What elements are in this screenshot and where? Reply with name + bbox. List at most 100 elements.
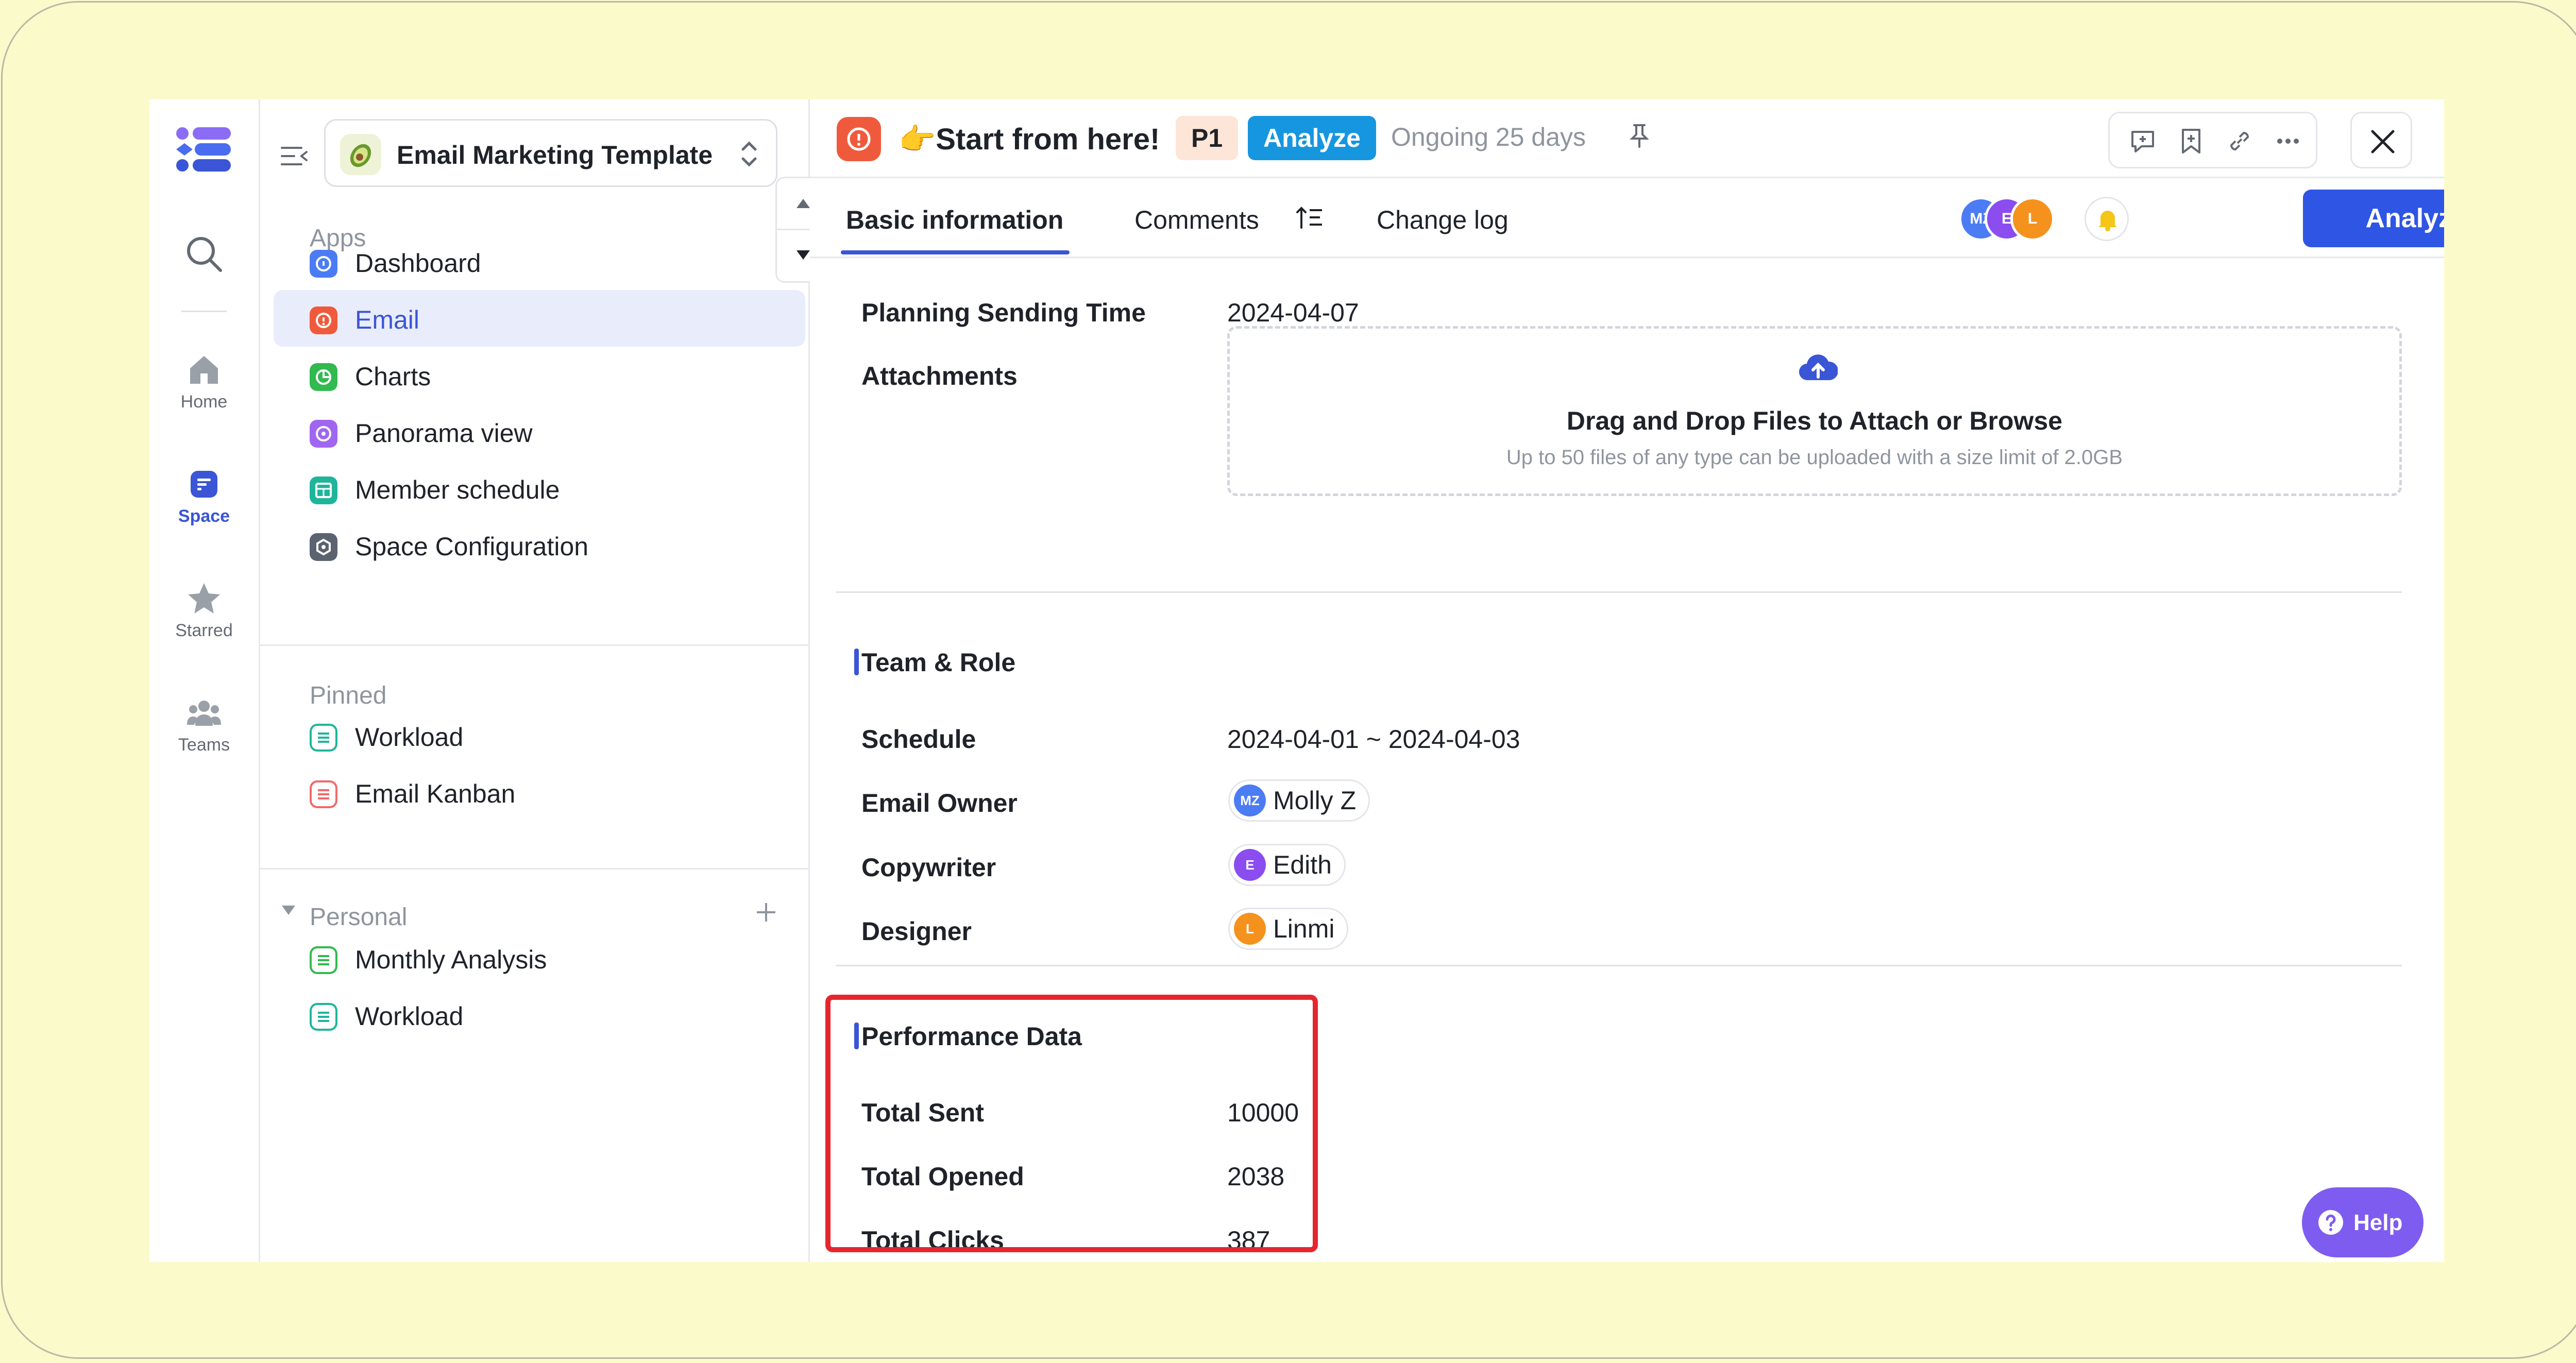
record-detail-panel: 👉Start from here! P1 Analyze Ongoing 25 … — [810, 99, 2444, 1262]
bookmark-icon[interactable] — [2176, 126, 2207, 157]
nav-rail: Home Space Starred Teams — [149, 99, 260, 1262]
team-role-title: Team & Role — [861, 648, 1016, 677]
comment-add-icon[interactable] — [2127, 126, 2158, 157]
upload-cloud-icon — [1799, 354, 1838, 381]
scroll-up-icon[interactable] — [795, 197, 811, 209]
list-icon — [310, 946, 337, 974]
sidebar-item-dashboard[interactable]: Dashboard — [274, 233, 805, 290]
priority-badge[interactable]: P1 — [1176, 116, 1239, 160]
attachment-dropzone[interactable]: Drag and Drop Files to Attach or Browse … — [1227, 326, 2402, 496]
avatar: L — [1234, 913, 1266, 945]
ongoing-duration: Ongoing 25 days — [1391, 123, 1586, 151]
add-icon[interactable] — [755, 901, 777, 924]
space-name: Email Marketing Template — [397, 141, 713, 169]
performance-highlight-box — [825, 995, 1318, 1252]
sidebar: Email Marketing Template Apps Dashboard … — [260, 99, 829, 1262]
sort-icon[interactable] — [1294, 203, 1325, 234]
email-owner-label: Email Owner — [861, 789, 1018, 817]
home-icon — [190, 356, 218, 384]
sidebar-item-charts[interactable]: Charts — [274, 347, 805, 403]
designer-label: Designer — [861, 917, 972, 946]
collaborator-avatars[interactable]: MZ E L — [1959, 197, 2062, 241]
tabs-bar: Basic information Comments Change log MZ… — [810, 178, 2444, 258]
help-icon — [2318, 1210, 2343, 1235]
section-divider — [836, 965, 2402, 966]
rail-teams[interactable]: Teams — [149, 695, 259, 755]
space-selector[interactable]: Email Marketing Template — [324, 119, 777, 187]
updown-chevron-icon — [741, 141, 757, 167]
pin-icon[interactable] — [1625, 121, 1654, 150]
help-button[interactable]: Help — [2302, 1187, 2424, 1257]
rail-home[interactable]: Home — [149, 352, 259, 412]
record-header: 👉Start from here! P1 Analyze Ongoing 25 … — [810, 99, 2444, 178]
sidebar-item-space-configuration[interactable]: Space Configuration — [274, 517, 805, 573]
dropzone-subtitle: Up to 50 files of any type can be upload… — [1506, 446, 2123, 469]
avatar: L — [2010, 197, 2055, 241]
space-icon — [191, 471, 217, 498]
collapse-sidebar-icon[interactable] — [279, 141, 310, 172]
record-alert-icon — [837, 117, 881, 161]
sidebar-item-workload[interactable]: Workload — [274, 707, 805, 764]
search-icon[interactable] — [183, 233, 225, 275]
attachments-label: Attachments — [861, 362, 1018, 390]
copywriter-chip[interactable]: E Edith — [1228, 844, 1346, 886]
schedule-value[interactable]: 2024-04-01 ~ 2024-04-03 — [1227, 724, 1520, 754]
app-window: Home Space Starred Teams Email Marketing… — [149, 99, 2444, 1262]
designer-chip[interactable]: L Linmi — [1228, 908, 1349, 950]
header-actions — [2108, 112, 2317, 168]
sidebar-item-monthly-analysis[interactable]: Monthly Analysis — [274, 930, 805, 986]
list-icon — [310, 780, 337, 808]
panorama-icon — [310, 420, 337, 448]
dropzone-title: Drag and Drop Files to Attach or Browse — [1566, 406, 2063, 435]
group-marker — [854, 649, 859, 675]
user-name: Edith — [1273, 850, 1332, 879]
avatar: MZ — [1234, 785, 1266, 816]
user-name: Molly Z — [1273, 786, 1357, 815]
avocado-icon — [340, 134, 381, 175]
rail-space[interactable]: Space — [149, 466, 259, 526]
sidebar-item-email-kanban[interactable]: Email Kanban — [274, 764, 805, 821]
analyze-button[interactable]: Analyze ▾ — [2303, 190, 2444, 247]
dashboard-icon — [310, 250, 337, 278]
star-icon — [188, 583, 220, 614]
config-icon — [310, 533, 337, 561]
link-icon[interactable] — [2224, 126, 2255, 157]
copywriter-label: Copywriter — [861, 853, 996, 882]
tab-basic-information[interactable]: Basic information — [846, 205, 1063, 235]
help-label: Help — [2353, 1210, 2403, 1235]
tab-change-log[interactable]: Change log — [1377, 205, 1509, 235]
rail-divider — [181, 311, 227, 312]
planning-value[interactable]: 2024-04-07 — [1227, 298, 1359, 328]
personal-section-title: Personal — [310, 904, 408, 931]
schedule-label: Schedule — [861, 725, 976, 754]
sidebar-item-panorama[interactable]: Panorama view — [274, 403, 805, 460]
schedule-icon — [310, 476, 337, 504]
close-button[interactable] — [2350, 112, 2412, 168]
sidebar-divider — [260, 868, 808, 870]
email-app-icon — [310, 306, 337, 334]
avatar: E — [1234, 849, 1266, 881]
app-logo-icon[interactable] — [175, 126, 232, 173]
pinned-section-title: Pinned — [310, 682, 387, 709]
more-icon[interactable] — [2273, 126, 2303, 157]
sidebar-item-workload-personal[interactable]: Workload — [274, 986, 805, 1043]
section-divider — [836, 591, 2402, 593]
sidebar-divider — [260, 644, 808, 646]
user-name: Linmi — [1273, 914, 1335, 943]
caret-down-icon[interactable] — [281, 905, 296, 917]
teams-icon — [187, 701, 221, 726]
list-icon — [310, 724, 337, 752]
bell-icon — [2098, 211, 2117, 231]
subscribe-button[interactable] — [2084, 197, 2129, 241]
sidebar-item-email[interactable]: Email — [274, 290, 805, 347]
email-owner-chip[interactable]: MZ Molly Z — [1228, 779, 1370, 822]
record-title[interactable]: 👉Start from here! — [899, 122, 1160, 157]
tab-comments[interactable]: Comments — [1134, 205, 1259, 235]
charts-icon — [310, 363, 337, 391]
status-badge[interactable]: Analyze — [1248, 116, 1376, 160]
close-icon — [2371, 130, 2395, 154]
planning-label: Planning Sending Time — [861, 298, 1146, 327]
sidebar-item-member-schedule[interactable]: Member schedule — [274, 460, 805, 517]
rail-starred[interactable]: Starred — [149, 581, 259, 641]
list-icon — [310, 1003, 337, 1031]
